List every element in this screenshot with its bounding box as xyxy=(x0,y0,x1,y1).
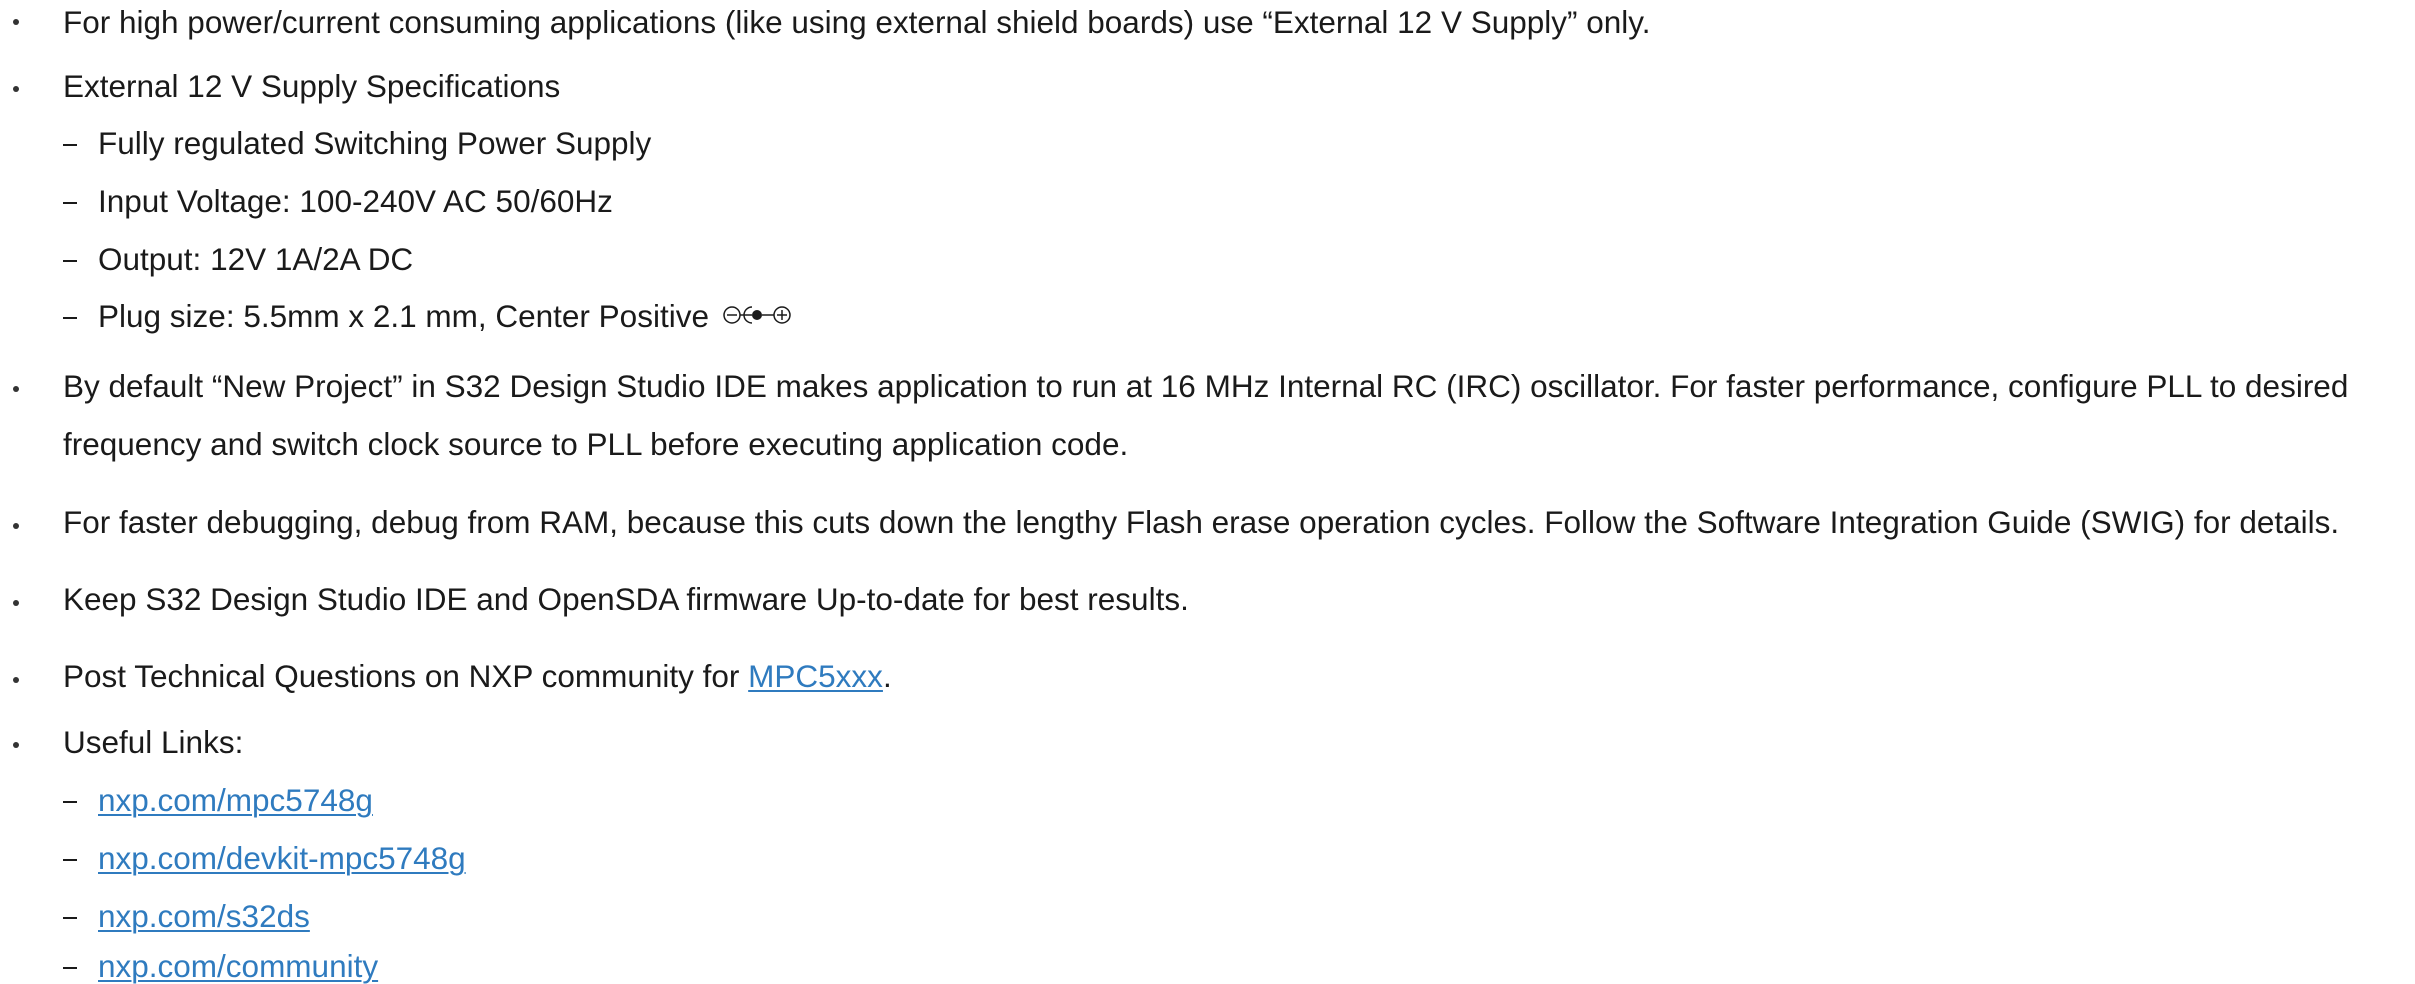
dash-marker xyxy=(63,801,77,803)
useful-links-heading: Useful Links: xyxy=(63,724,244,760)
dash-marker xyxy=(63,967,77,969)
spec-input-voltage: Input Voltage: 100-240V AC 50/60Hz xyxy=(98,183,613,219)
spec-plug-size-row: Plug size: 5.5mm x 2.1 mm, Center Positi… xyxy=(98,298,791,334)
note-new-project-line2: frequency and switch clock source to PLL… xyxy=(63,426,1129,462)
link-mpc5748g[interactable]: nxp.com/mpc5748g xyxy=(98,782,373,818)
spec-output: Output: 12V 1A/2A DC xyxy=(98,241,414,277)
bullet-dot xyxy=(13,86,19,92)
post-questions-prefix: Post Technical Questions on NXP communit… xyxy=(63,658,749,694)
bullet-dot xyxy=(13,19,19,25)
link-row: nxp.com/s32ds xyxy=(98,898,310,934)
spec-plug-size: Plug size: 5.5mm x 2.1 mm, Center Positi… xyxy=(98,298,709,334)
bullet-dot xyxy=(13,742,19,748)
dash-marker xyxy=(63,202,77,204)
support-notes-page: For high power/current consuming applica… xyxy=(0,0,2415,982)
link-row: nxp.com/mpc5748g xyxy=(98,782,373,818)
note-keep-updated: Keep S32 Design Studio IDE and OpenSDA f… xyxy=(63,581,1189,617)
dash-marker xyxy=(63,917,77,919)
note-new-project-line1: By default “New Project” in S32 Design S… xyxy=(63,368,2349,404)
spec-power-supply: Fully regulated Switching Power Supply xyxy=(98,125,652,161)
mpc5xxx-community-link[interactable]: MPC5xxx xyxy=(748,658,883,694)
link-row: nxp.com/devkit-mpc5748g xyxy=(98,840,466,876)
bullet-dot xyxy=(13,600,19,606)
link-s32ds[interactable]: nxp.com/s32ds xyxy=(98,898,310,934)
dash-marker xyxy=(63,260,77,262)
bullet-dot xyxy=(13,523,19,529)
center-positive-polarity-icon xyxy=(723,301,791,333)
dash-marker xyxy=(63,144,77,146)
link-community[interactable]: nxp.com/community xyxy=(98,948,378,984)
note-high-power: For high power/current consuming applica… xyxy=(63,4,1651,40)
bullet-dot xyxy=(13,677,19,683)
dash-marker xyxy=(63,317,77,319)
note-debug-ram: For faster debugging, debug from RAM, be… xyxy=(63,504,2340,540)
post-questions-suffix: . xyxy=(882,658,892,694)
note-ext-supply-heading: External 12 V Supply Specifications xyxy=(63,68,561,104)
bullet-dot xyxy=(13,386,19,392)
note-post-questions: Post Technical Questions on NXP communit… xyxy=(63,658,892,694)
dash-marker xyxy=(63,859,77,861)
link-devkit-mpc5748g[interactable]: nxp.com/devkit-mpc5748g xyxy=(98,840,466,876)
